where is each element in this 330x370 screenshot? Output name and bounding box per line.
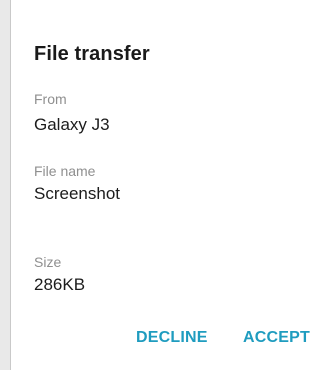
from-label: From bbox=[34, 91, 67, 107]
file-name-label: File name bbox=[34, 163, 96, 179]
file-name-value: Screenshot bbox=[34, 184, 120, 203]
from-value: Galaxy J3 bbox=[34, 115, 110, 134]
size-label: Size bbox=[34, 254, 62, 270]
decline-button[interactable]: DECLINE bbox=[136, 329, 208, 347]
accept-button[interactable]: ACCEPT bbox=[243, 329, 310, 347]
file-transfer-dialog: File transfer From Galaxy J3 File name S… bbox=[10, 0, 330, 370]
size-value: 286KB bbox=[34, 275, 86, 294]
dialog-title: File transfer bbox=[34, 43, 150, 65]
